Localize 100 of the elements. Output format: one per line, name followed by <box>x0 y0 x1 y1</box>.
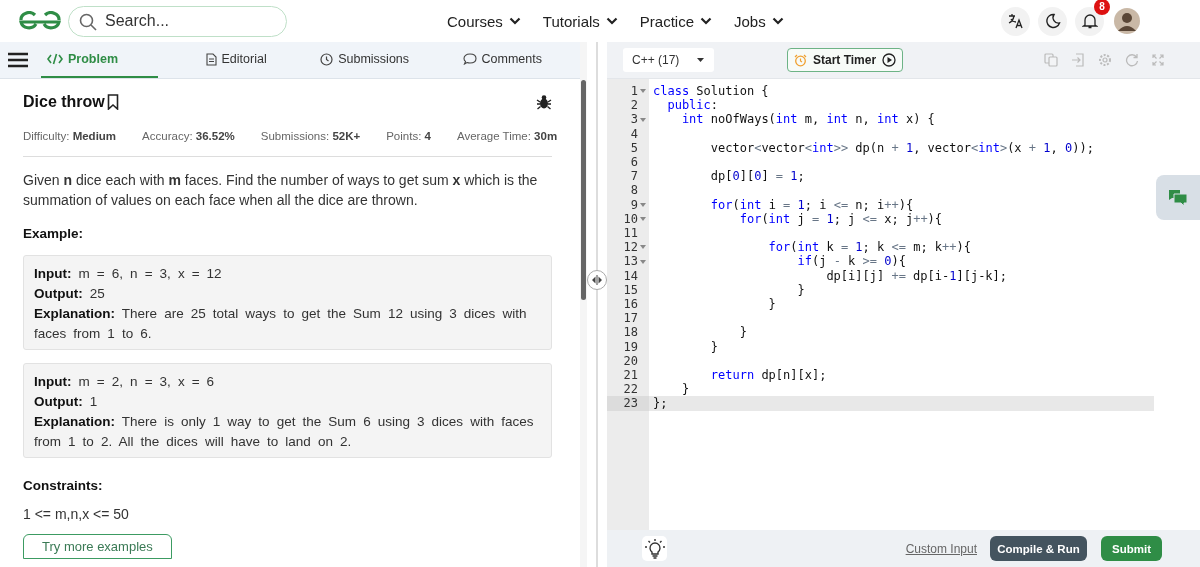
output-line: Output: 1 <box>34 393 99 411</box>
nav-menu[interactable]: Tutorials <box>542 12 618 30</box>
lightbulb-icon <box>643 537 666 560</box>
line-number: 7 <box>630 169 638 184</box>
sign-in-icon[interactable] <box>1071 53 1085 67</box>
line-number: 19 <box>623 339 638 354</box>
fullscreen-icon[interactable] <box>1152 54 1164 66</box>
explanation-text: Explanation: There is only 1 way to get the Sum 6 using 3 dices with faces from 1 to 2. All the dices will have to land on 2. <box>34 413 535 451</box>
play-icon <box>882 53 897 67</box>
bug-icon[interactable] <box>536 94 552 110</box>
language-select[interactable]: C++ (17) <box>623 48 714 72</box>
bookmark-icon[interactable] <box>106 94 119 110</box>
problem-stat: Difficulty: Medium <box>23 130 117 142</box>
problem-stat: Points: 4 <box>386 130 431 142</box>
example-heading: Example: <box>23 226 85 241</box>
try-more-examples-button[interactable]: Try more examples <box>23 534 172 559</box>
line-number: 21 <box>623 368 638 383</box>
code-line: return dp[n][x]; <box>709 368 828 383</box>
output-line: Output: 25 <box>34 285 106 303</box>
start-timer-button[interactable]: Start Timer <box>787 48 904 72</box>
code-line: if(j - k >= 0){ <box>796 254 907 269</box>
custom-input-link[interactable]: Custom Input <box>905 541 977 556</box>
bell-icon <box>1081 13 1098 29</box>
line-number: 13 <box>623 254 638 269</box>
translate-button[interactable] <box>1001 6 1030 36</box>
problem-stat: Average Time: 30m <box>456 130 558 142</box>
code-line: } <box>796 282 806 298</box>
compile-run-button[interactable]: Compile & Run <box>990 536 1087 561</box>
constraints-text: 1 <= m,n,x <= 50 <box>23 506 130 522</box>
chat-button[interactable] <box>1156 175 1200 220</box>
nav-menu[interactable]: Practice <box>639 12 712 30</box>
copy-icon[interactable] <box>1044 53 1058 67</box>
chat-bubbles-icon <box>1168 188 1188 207</box>
line-number: 8 <box>630 183 638 198</box>
line-number: 3 <box>630 112 638 127</box>
code-line: for(int j = 1; j <= x; j++){ <box>738 211 944 227</box>
scrollbar-thumb[interactable] <box>581 80 586 300</box>
code-line: dp[0][0] = 1; <box>709 169 806 184</box>
translate-icon <box>1007 13 1024 29</box>
resize-handle[interactable] <box>587 269 607 290</box>
code-line: dp[i][j] += dp[i-1][j-k]; <box>825 268 1009 283</box>
line-number: 2 <box>630 98 638 113</box>
constraints-heading: Constraints: <box>23 478 104 493</box>
fold-caret-icon[interactable] <box>640 245 646 250</box>
line-number: 14 <box>623 268 638 283</box>
speech-bubble-icon <box>462 53 477 65</box>
line-number: 11 <box>623 226 638 241</box>
line-number: 17 <box>623 311 638 326</box>
menu-icon[interactable] <box>8 52 28 68</box>
problem-stat: Submissions: 52K+ <box>260 130 361 142</box>
line-number: 5 <box>630 140 638 155</box>
notification-badge: 8 <box>1094 0 1110 15</box>
clock-icon <box>320 52 334 66</box>
code-line: for(int k = 1; k <= m; k++){ <box>767 240 972 255</box>
fold-caret-icon[interactable] <box>640 259 646 264</box>
tab[interactable]: Submissions <box>314 42 416 78</box>
hint-button[interactable] <box>642 536 667 561</box>
chevron-down-icon <box>771 17 784 25</box>
avatar[interactable] <box>1114 8 1140 34</box>
chevron-down-icon <box>605 17 618 25</box>
line-number: 9 <box>630 197 638 212</box>
line-number: 4 <box>630 126 638 141</box>
line-number: 15 <box>623 282 638 298</box>
settings-icon[interactable] <box>1098 53 1112 67</box>
line-number: 18 <box>623 325 638 340</box>
chevron-down-icon <box>508 17 521 25</box>
line-number: 16 <box>623 297 638 312</box>
tab[interactable]: Comments <box>456 42 548 78</box>
problem-title: Dice throw <box>23 93 105 111</box>
fold-caret-icon[interactable] <box>640 202 646 207</box>
dark-mode-button[interactable] <box>1038 6 1067 36</box>
fold-caret-icon[interactable] <box>640 117 646 122</box>
code-line: class Solution { <box>652 84 770 99</box>
resize-icon <box>591 274 603 285</box>
logo[interactable] <box>18 11 62 31</box>
fold-caret-icon[interactable] <box>640 89 646 94</box>
nav-menu[interactable]: Jobs <box>734 12 784 30</box>
line-number: 12 <box>623 240 638 255</box>
chevron-down-icon <box>700 17 712 25</box>
code-line: int noOfWays(int m, int n, int x) { <box>680 112 936 127</box>
reset-icon[interactable] <box>1125 53 1139 67</box>
search-field[interactable]: Search... <box>68 5 287 37</box>
line-number: 1 <box>630 84 638 99</box>
code-icon <box>47 53 63 65</box>
line-number: 6 <box>630 155 638 170</box>
alarm-clock-icon <box>794 53 807 67</box>
tab[interactable]: Editorial <box>199 42 273 78</box>
code-line: } <box>709 339 720 354</box>
explanation-text: Explanation: There are 25 total ways to get the Sum 12 using 3 dices with faces from 1 to 6. <box>34 305 528 343</box>
fold-caret-icon[interactable] <box>640 216 646 221</box>
line-number: 23 <box>623 396 638 411</box>
submit-button[interactable]: Submit <box>1101 536 1162 561</box>
line-number: 22 <box>623 382 638 397</box>
input-line: Input: m = 2, n = 3, x = 6 <box>34 373 216 391</box>
caret-icon <box>697 58 704 62</box>
nav-menu[interactable]: Courses <box>447 12 521 30</box>
line-number: 10 <box>623 211 638 227</box>
tab[interactable]: Problem <box>41 42 158 78</box>
code-line: public: <box>666 98 720 113</box>
code-line: } <box>738 325 748 340</box>
